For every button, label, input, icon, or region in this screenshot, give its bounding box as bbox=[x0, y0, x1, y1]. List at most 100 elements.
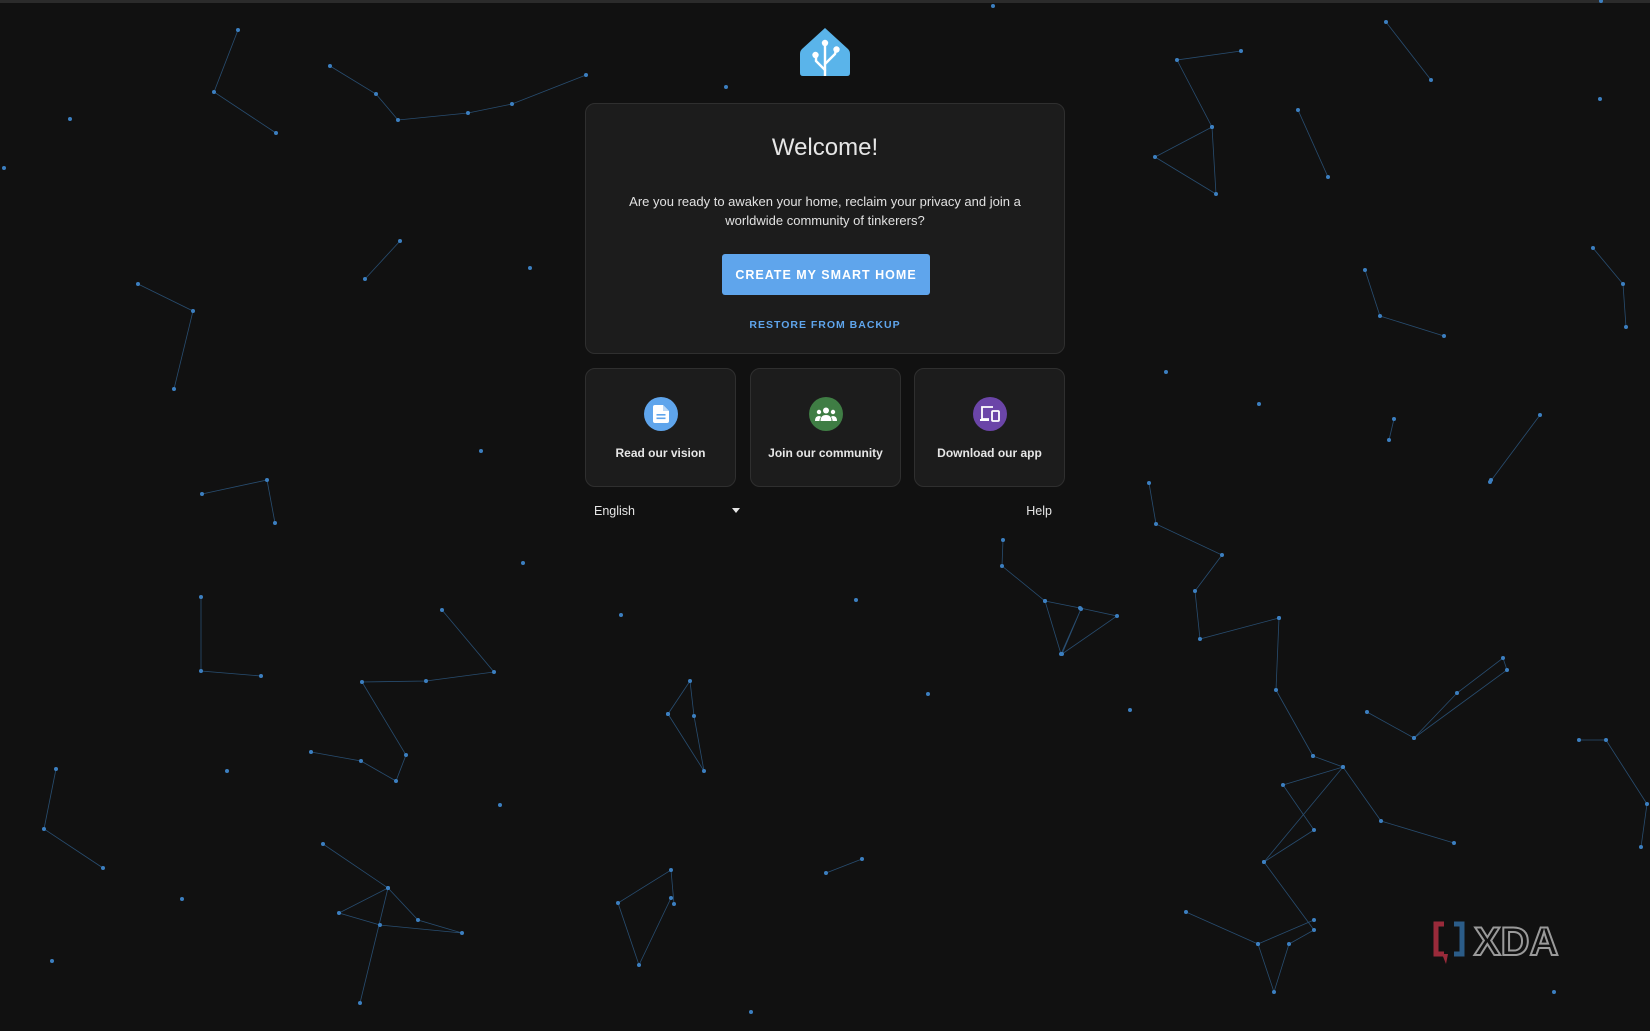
link-cards: Read our vision Join our community Downl… bbox=[585, 368, 1065, 487]
constellation-dot bbox=[1598, 97, 1602, 101]
download-our-app-card[interactable]: Download our app bbox=[914, 368, 1065, 487]
welcome-message: Are you ready to awaken your home, recla… bbox=[629, 194, 1021, 228]
constellation-dot bbox=[479, 449, 483, 453]
constellation-line bbox=[1385, 21, 1432, 81]
constellation-dot bbox=[1604, 738, 1608, 742]
constellation-dot bbox=[172, 387, 176, 391]
constellation-line bbox=[1592, 247, 1627, 328]
constellation-dot bbox=[1452, 841, 1456, 845]
constellation-dot bbox=[199, 595, 203, 599]
constellation-dot bbox=[1326, 175, 1330, 179]
constellation-line bbox=[1297, 109, 1329, 178]
constellation-dot bbox=[1296, 108, 1300, 112]
constellation-line bbox=[1366, 657, 1508, 739]
constellation-dot bbox=[528, 266, 532, 270]
constellation-dot bbox=[1210, 125, 1214, 129]
constellation-dot bbox=[1455, 691, 1459, 695]
constellation-line bbox=[43, 768, 104, 869]
constellation-dot bbox=[68, 117, 72, 121]
constellation-dot bbox=[1639, 845, 1643, 849]
constellation-line bbox=[329, 65, 587, 121]
constellation-dot bbox=[328, 64, 332, 68]
constellation-dot bbox=[749, 1010, 753, 1014]
constellation-line bbox=[1154, 50, 1242, 195]
constellation-line bbox=[825, 858, 863, 874]
language-select[interactable]: English bbox=[594, 500, 742, 522]
home-assistant-logo bbox=[800, 26, 850, 78]
constellation-dot bbox=[394, 779, 398, 783]
constellation-dot bbox=[926, 692, 930, 696]
constellation-dot bbox=[492, 670, 496, 674]
constellation-line bbox=[137, 283, 194, 390]
create-smart-home-button[interactable]: CREATE MY SMART HOME bbox=[722, 254, 930, 295]
devices-icon bbox=[973, 397, 1007, 431]
constellation-dot bbox=[191, 309, 195, 313]
constellation-dot bbox=[398, 239, 402, 243]
constellation-dot bbox=[1442, 334, 1446, 338]
constellation-dot bbox=[1059, 652, 1063, 656]
constellation-dot bbox=[1599, 0, 1603, 3]
constellation-dot bbox=[1505, 668, 1509, 672]
constellation-dot bbox=[374, 92, 378, 96]
constellation-dot bbox=[498, 803, 502, 807]
constellation-dot bbox=[1552, 990, 1556, 994]
constellation-dot bbox=[1277, 616, 1281, 620]
constellation-dot bbox=[1043, 599, 1047, 603]
constellation-dot bbox=[136, 282, 140, 286]
document-icon bbox=[644, 397, 678, 431]
constellation-dot bbox=[321, 842, 325, 846]
constellation-line bbox=[364, 240, 401, 280]
read-our-vision-card[interactable]: Read our vision bbox=[585, 368, 736, 487]
constellation-line bbox=[667, 679, 705, 772]
constellation-dot bbox=[265, 478, 269, 482]
constellation-dot bbox=[854, 598, 858, 602]
constellation-dot bbox=[1079, 607, 1083, 611]
constellation-dot bbox=[2, 166, 6, 170]
constellation-dot bbox=[1312, 918, 1316, 922]
constellation-dot bbox=[1153, 155, 1157, 159]
constellation-line bbox=[617, 869, 675, 967]
constellation-dot bbox=[1645, 802, 1649, 806]
constellation-dot bbox=[1621, 282, 1625, 286]
constellation-line bbox=[213, 29, 277, 134]
constellation-dot bbox=[1193, 589, 1197, 593]
constellation-dot bbox=[1378, 314, 1382, 318]
dropdown-arrow-icon bbox=[732, 508, 740, 513]
welcome-title: Welcome! bbox=[771, 134, 879, 161]
restore-from-backup-button[interactable]: RESTORE FROM BACKUP bbox=[586, 318, 1064, 332]
constellation-dot bbox=[1379, 819, 1383, 823]
constellation-dot bbox=[236, 28, 240, 32]
constellation-dot bbox=[619, 613, 623, 617]
constellation-line bbox=[1579, 739, 1648, 848]
constellation-dot bbox=[180, 897, 184, 901]
constellation-dot bbox=[424, 679, 428, 683]
constellation-dot bbox=[396, 118, 400, 122]
constellation-line bbox=[1489, 414, 1541, 483]
constellation-dot bbox=[1262, 860, 1266, 864]
constellation-dot bbox=[1429, 78, 1433, 82]
constellation-line bbox=[1263, 755, 1455, 863]
constellation-dot bbox=[225, 769, 229, 773]
constellation-dot bbox=[1147, 481, 1151, 485]
constellation-dot bbox=[692, 714, 696, 718]
constellation-dot bbox=[359, 759, 363, 763]
constellation-line bbox=[201, 479, 276, 524]
constellation-dot bbox=[1272, 990, 1276, 994]
constellation-dot bbox=[637, 963, 641, 967]
constellation-dot bbox=[54, 767, 58, 771]
constellation-dot bbox=[309, 750, 313, 754]
constellation-dot bbox=[358, 1001, 362, 1005]
constellation-dot bbox=[1115, 614, 1119, 618]
constellation-line bbox=[1185, 911, 1259, 945]
language-value: English bbox=[594, 504, 635, 518]
constellation-dot bbox=[1000, 564, 1004, 568]
constellation-line bbox=[1275, 617, 1314, 757]
constellation-dot bbox=[1239, 49, 1243, 53]
constellation-dot bbox=[273, 521, 277, 525]
constellation-line bbox=[310, 609, 495, 782]
constellation-dot bbox=[688, 679, 692, 683]
help-link[interactable]: Help bbox=[1020, 504, 1052, 518]
constellation-dot bbox=[1184, 910, 1188, 914]
join-our-community-card[interactable]: Join our community bbox=[750, 368, 901, 487]
constellation-dot bbox=[1341, 765, 1345, 769]
